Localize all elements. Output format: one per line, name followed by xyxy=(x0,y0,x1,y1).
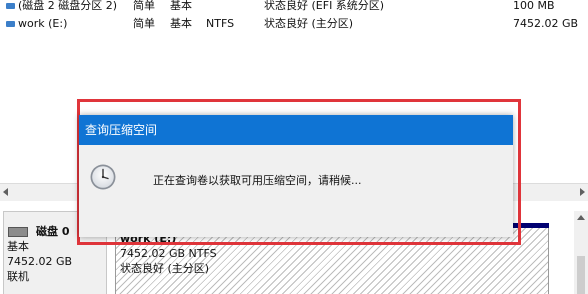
volume-list: (磁盘 2 磁盘分区 2) 简单 基本 状态良好 (EFI 系统分区) 100 … xyxy=(0,0,588,40)
volume-name: (磁盘 2 磁盘分区 2) xyxy=(6,0,117,14)
vertical-scrollbar[interactable] xyxy=(574,211,588,294)
disk-size: 7452.02 GB xyxy=(7,255,73,268)
volume-capacity: 7452.02 GB xyxy=(513,17,579,30)
partition-status: 状态良好 (主分区) xyxy=(120,262,210,275)
scroll-left-icon[interactable] xyxy=(3,188,8,196)
volume-name: work (E:) xyxy=(6,15,67,32)
disk-state: 联机 xyxy=(7,270,29,283)
volume-icon xyxy=(6,21,15,27)
volume-status: 状态良好 (主分区) xyxy=(264,17,354,30)
volume-type: 基本 xyxy=(170,17,192,30)
volume-row[interactable]: work (E:) 简单 基本 NTFS 状态良好 (主分区) 7452.02 … xyxy=(0,15,588,32)
volume-layout: 简单 xyxy=(133,0,155,12)
volume-type: 基本 xyxy=(170,0,192,12)
volume-fs: NTFS xyxy=(206,17,235,30)
disk-icon xyxy=(8,227,28,237)
volume-layout: 简单 xyxy=(133,17,155,30)
volume-icon xyxy=(6,3,15,9)
scroll-up-icon[interactable] xyxy=(577,215,585,220)
query-shrink-dialog: 查询压缩空间 正在查询卷以获取可用压缩空间，请稍候... xyxy=(79,115,513,237)
dialog-message: 正在查询卷以获取可用压缩空间，请稍候... xyxy=(153,174,362,187)
volume-capacity: 100 MB xyxy=(513,0,555,12)
volume-row[interactable]: (磁盘 2 磁盘分区 2) 简单 基本 状态良好 (EFI 系统分区) 100 … xyxy=(0,0,588,14)
scroll-right-icon[interactable] xyxy=(580,188,585,196)
volume-status: 状态良好 (EFI 系统分区) xyxy=(264,0,385,12)
scroll-thumb[interactable] xyxy=(577,256,585,294)
clock-icon xyxy=(90,164,116,190)
dialog-title: 查询压缩空间 xyxy=(79,115,513,145)
partition-size: 7452.02 GB NTFS xyxy=(120,247,217,260)
